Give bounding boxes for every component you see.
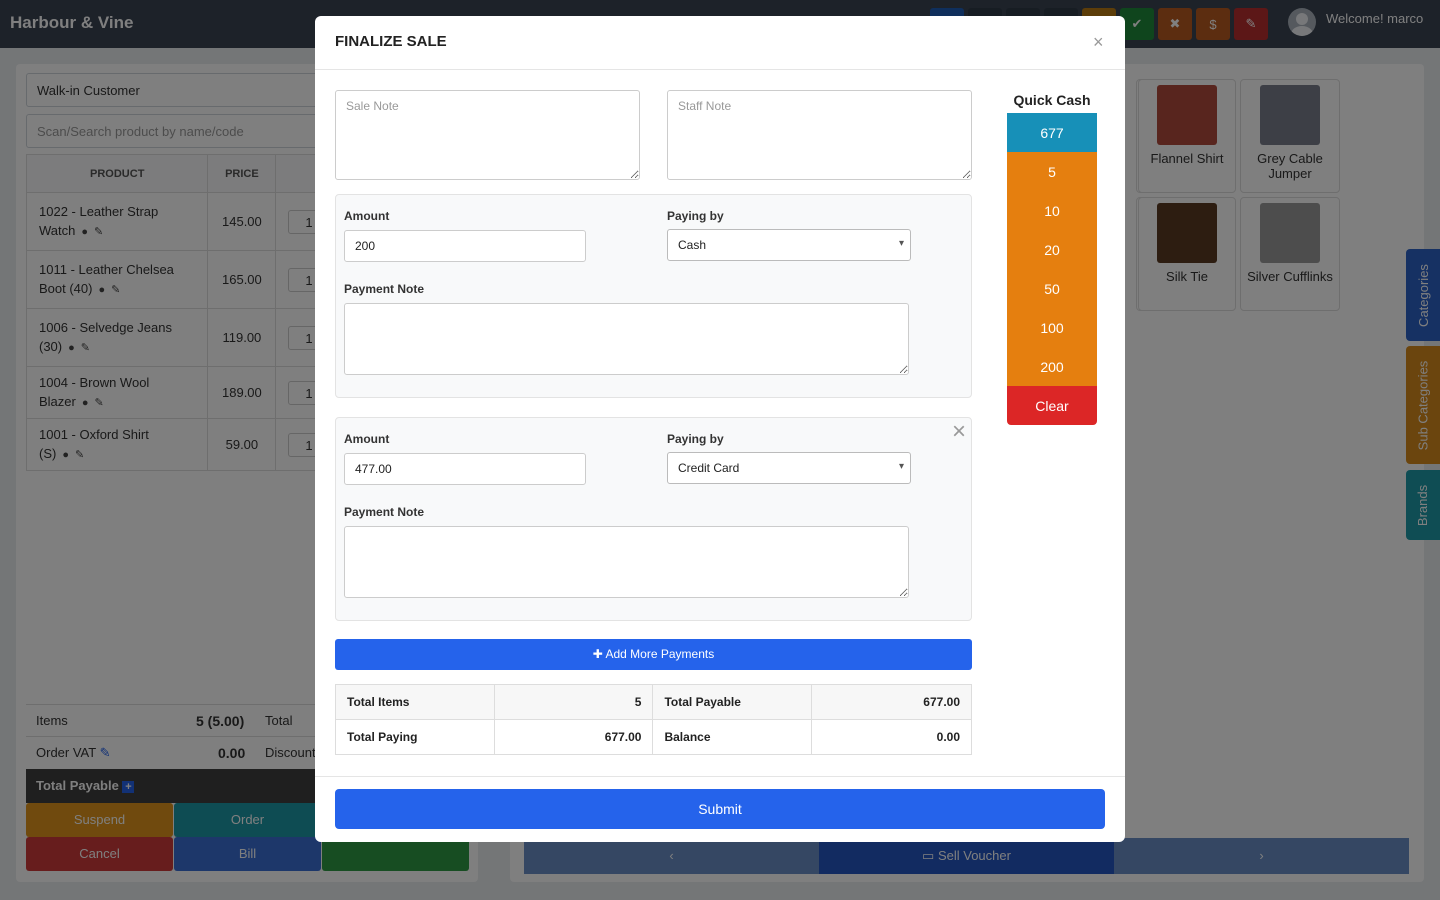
amount-input-2[interactable] (344, 453, 586, 485)
total-payable-label: Total Payable (652, 684, 813, 720)
paying-by-value-2: Credit Card (678, 461, 740, 475)
modal-header: FINALIZE SALE × (315, 16, 1125, 70)
submit-button[interactable]: Submit (335, 789, 1105, 829)
paying-by-select-1[interactable]: Cash ▾ (667, 229, 911, 261)
paying-by-label: Paying by (667, 209, 724, 223)
quick-cash-button[interactable]: 5 (1007, 152, 1097, 191)
finalize-sale-modal: FINALIZE SALE × Amount Paying by Cash ▾ … (315, 16, 1125, 842)
quick-cash-button[interactable]: 50 (1007, 269, 1097, 308)
sale-totals-table: Total Items 5 Total Payable 677.00 Total… (335, 684, 972, 755)
balance-value: 0.00 (811, 719, 972, 755)
amount-input-1[interactable] (344, 230, 586, 262)
balance-label: Balance (652, 719, 813, 755)
total-payable-value: 677.00 (811, 684, 972, 720)
total-paying-label: Total Paying (335, 719, 495, 755)
quick-cash-button[interactable]: 10 (1007, 191, 1097, 230)
quick-cash-button[interactable]: 200 (1007, 347, 1097, 386)
add-more-payments-button[interactable]: ✚ Add More Payments (335, 639, 972, 670)
quick-cash-button[interactable]: 100 (1007, 308, 1097, 347)
paying-by-select-2[interactable]: Credit Card ▾ (667, 452, 911, 484)
modal-footer: Submit (315, 776, 1125, 842)
paying-by-value-1: Cash (678, 238, 707, 252)
quick-cash-button[interactable]: 20 (1007, 230, 1097, 269)
quick-cash-title: Quick Cash (1013, 92, 1091, 108)
plus-icon: ✚ (592, 647, 603, 661)
total-items-label: Total Items (335, 684, 495, 720)
quick-cash-clear-button[interactable]: Clear (1007, 386, 1097, 425)
payment-note-textarea-2[interactable] (344, 526, 909, 598)
quick-cash-total-button[interactable]: 677 (1007, 113, 1097, 152)
payment-note-label: Payment Note (344, 282, 425, 296)
paying-by-label: Paying by (667, 432, 724, 446)
chevron-down-icon: ▾ (898, 461, 904, 472)
chevron-down-icon: ▾ (898, 238, 904, 249)
amount-label: Amount (344, 432, 390, 446)
close-icon[interactable]: × (1093, 32, 1104, 53)
amount-label: Amount (344, 209, 390, 223)
modal-title: FINALIZE SALE (335, 33, 447, 50)
payment-note-textarea-1[interactable] (344, 303, 909, 375)
payment-box-1: Amount Paying by Cash ▾ Payment Note (335, 194, 972, 398)
staff-note-textarea[interactable] (667, 90, 972, 180)
payment-box-2: × Amount Paying by Credit Card ▾ Payment… (335, 417, 972, 621)
add-more-payments-label: Add More Payments (605, 647, 715, 661)
payment-note-label: Payment Note (344, 505, 425, 519)
remove-payment-icon[interactable]: × (952, 418, 966, 446)
total-paying-value: 677.00 (493, 719, 654, 755)
sale-note-textarea[interactable] (335, 90, 640, 180)
total-items-value: 5 (493, 684, 654, 720)
